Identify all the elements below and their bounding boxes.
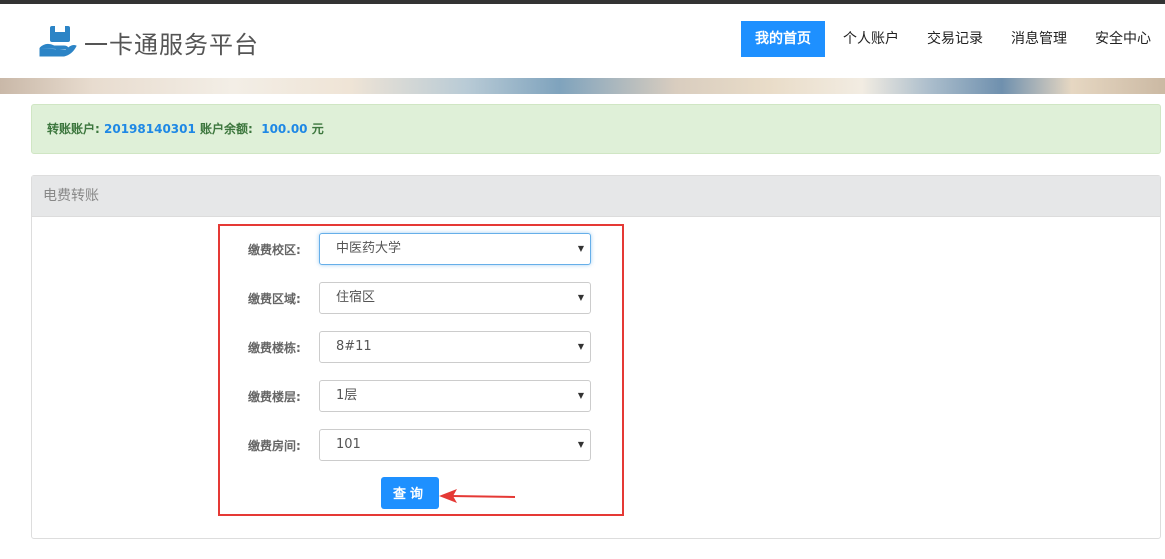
main-nav: 我的首页 个人账户 交易记录 消息管理 安全中心 — [741, 21, 1165, 57]
panel-title: 电费转账 — [32, 176, 1160, 217]
room-row: 缴费房间: 101 ▼ — [220, 429, 626, 463]
account-number: 20198140301 — [104, 122, 196, 136]
balance-unit: 元 — [311, 122, 324, 136]
building-value: 8#11 — [336, 339, 372, 354]
campus-select[interactable]: 中医药大学 ▼ — [319, 233, 591, 265]
banner-image — [0, 78, 1165, 94]
query-button[interactable]: 查询 — [381, 477, 439, 509]
account-info-alert: 转账账户: 20198140301 账户余额: 100.00 元 — [31, 104, 1161, 154]
campus-label: 缴费校区: — [248, 243, 301, 257]
area-label: 缴费区域: — [248, 292, 301, 306]
campus-row: 缴费校区: 中医药大学 ▼ — [220, 233, 626, 267]
floor-row: 缴费楼层: 1层 ▼ — [220, 380, 626, 414]
caret-down-icon: ▼ — [577, 293, 584, 302]
room-value: 101 — [336, 437, 361, 452]
card-hand-icon — [39, 26, 77, 57]
logo-text: 一卡通服务平台 — [84, 30, 259, 59]
building-select[interactable]: 8#11 ▼ — [319, 331, 591, 363]
caret-down-icon: ▼ — [577, 244, 584, 253]
nav-personal-account[interactable]: 个人账户 — [829, 21, 913, 57]
nav-security[interactable]: 安全中心 — [1081, 21, 1165, 57]
logo[interactable]: 一卡通服务平台 — [38, 22, 259, 62]
nav-messages[interactable]: 消息管理 — [997, 21, 1081, 57]
campus-value: 中医药大学 — [336, 241, 402, 256]
building-row: 缴费楼栋: 8#11 ▼ — [220, 331, 626, 365]
floor-value: 1层 — [336, 388, 358, 403]
building-label: 缴费楼栋: — [248, 341, 301, 355]
area-select[interactable]: 住宿区 ▼ — [319, 282, 591, 314]
balance-label: 账户余额: — [200, 122, 253, 136]
header: 一卡通服务平台 我的首页 个人账户 交易记录 消息管理 安全中心 — [0, 4, 1165, 78]
room-label: 缴费房间: — [248, 439, 301, 453]
area-row: 缴费区域: 住宿区 ▼ — [220, 282, 626, 316]
caret-down-icon: ▼ — [577, 440, 584, 449]
balance-amount: 100.00 — [261, 122, 308, 136]
caret-down-icon: ▼ — [577, 342, 584, 351]
red-arrow-annotation — [439, 489, 516, 503]
nav-home[interactable]: 我的首页 — [741, 21, 825, 57]
area-value: 住宿区 — [336, 290, 376, 305]
caret-down-icon: ▼ — [577, 391, 584, 400]
floor-label: 缴费楼层: — [248, 390, 301, 404]
floor-select[interactable]: 1层 ▼ — [319, 380, 591, 412]
account-label: 转账账户: — [47, 122, 100, 136]
nav-transactions[interactable]: 交易记录 — [913, 21, 997, 57]
query-form: 缴费校区: 中医药大学 ▼ 缴费区域: 住宿区 ▼ 缴费楼栋: 8#11 ▼ 缴… — [218, 224, 624, 516]
room-select[interactable]: 101 ▼ — [319, 429, 591, 461]
